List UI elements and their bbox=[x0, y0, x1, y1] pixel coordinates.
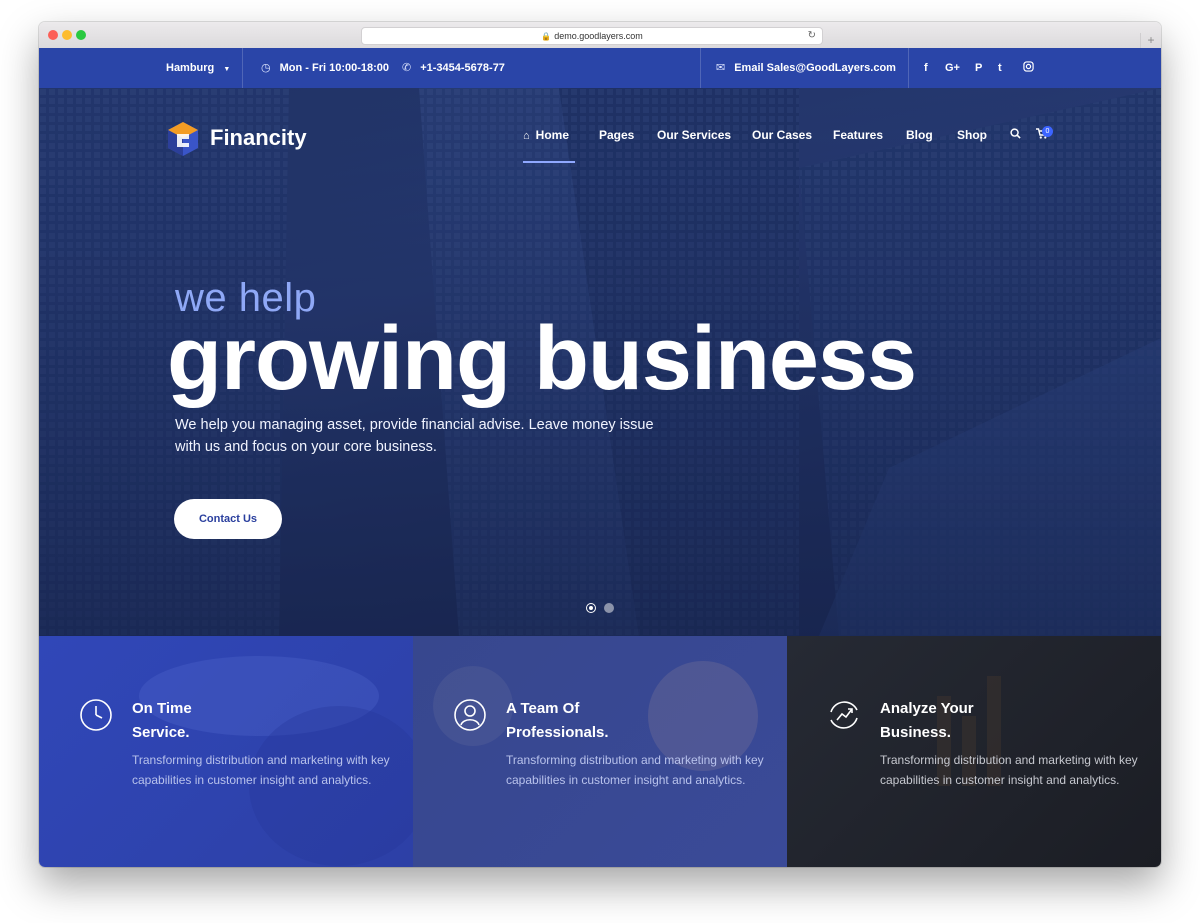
google-plus-icon[interactable]: G+ bbox=[945, 48, 960, 88]
nav-home[interactable]: ⌂ Home bbox=[523, 128, 569, 148]
close-window-button[interactable] bbox=[48, 30, 58, 40]
site-logo[interactable]: Financity bbox=[166, 121, 326, 157]
slider-dot[interactable] bbox=[604, 603, 614, 613]
nav-our-cases[interactable]: Our Cases bbox=[752, 128, 812, 148]
feature-title: A Team Of Professionals. bbox=[506, 700, 609, 741]
url-text: demo.goodlayers.com bbox=[554, 31, 643, 41]
instagram-icon[interactable] bbox=[1023, 48, 1034, 88]
chevron-down-icon: ▼ bbox=[223, 66, 231, 73]
pinterest-icon[interactable]: P bbox=[975, 48, 982, 88]
phone-text: +1-3454-5678-77 bbox=[420, 62, 505, 74]
new-tab-button[interactable]: + bbox=[1140, 33, 1161, 48]
hero-slider: Financity ⌂ Home Pages Our Services Our C… bbox=[39, 88, 1161, 636]
nav-shop[interactable]: Shop bbox=[957, 128, 987, 148]
logo-mark-icon bbox=[168, 122, 198, 156]
clock-icon bbox=[80, 699, 112, 731]
feature-text: Transforming distribution and marketing … bbox=[132, 753, 390, 787]
nav-features[interactable]: Features bbox=[833, 128, 883, 148]
hours-info: ◷ Mon - Fri 10:00-18:00 bbox=[261, 48, 389, 88]
feature-text: Transforming distribution and marketing … bbox=[880, 753, 1138, 787]
active-nav-indicator bbox=[523, 161, 575, 163]
logo-text: Financity bbox=[210, 125, 307, 150]
phone-icon: ✆ bbox=[402, 62, 412, 74]
user-icon bbox=[454, 699, 486, 731]
envelope-icon: ✉ bbox=[716, 62, 726, 74]
phone-info: ✆ +1-3454-5678-77 bbox=[402, 48, 505, 88]
facebook-icon[interactable]: f bbox=[924, 48, 928, 88]
feature-text: Transforming distribution and marketing … bbox=[506, 753, 764, 787]
feature-title: Analyze Your Business. bbox=[880, 700, 974, 741]
feature-on-time-service: On Time Service. Transforming distributi… bbox=[39, 636, 413, 867]
search-icon[interactable] bbox=[1010, 128, 1021, 148]
minimize-window-button[interactable] bbox=[62, 30, 72, 40]
location-selector[interactable]: Hamburg ▼ bbox=[166, 48, 230, 88]
email-link[interactable]: ✉ Email Sales@GoodLayers.com bbox=[716, 48, 896, 88]
home-icon: ⌂ bbox=[523, 130, 530, 142]
nav-blog[interactable]: Blog bbox=[906, 128, 933, 148]
location-label: Hamburg bbox=[166, 62, 215, 74]
email-text: Email Sales@GoodLayers.com bbox=[734, 62, 896, 74]
maximize-window-button[interactable] bbox=[76, 30, 86, 40]
hero-description: We help you managing asset, provide fina… bbox=[175, 417, 654, 455]
contact-us-button[interactable]: Contact Us bbox=[174, 499, 282, 539]
nav-our-services[interactable]: Our Services bbox=[657, 128, 731, 148]
feature-analyze-business: Analyze Your Business. Transforming dist… bbox=[787, 636, 1161, 867]
browser-chrome: 🔒 demo.goodlayers.com ↻ + bbox=[39, 22, 1161, 49]
lock-icon: 🔒 bbox=[541, 32, 552, 41]
reload-icon[interactable]: ↻ bbox=[808, 28, 816, 44]
feature-title: On Time Service. bbox=[132, 700, 192, 741]
hero-tagline-big: growing business bbox=[167, 309, 917, 409]
nav-pages[interactable]: Pages bbox=[599, 128, 634, 148]
twitter-icon[interactable]: t bbox=[998, 48, 1002, 88]
hours-text: Mon - Fri 10:00-18:00 bbox=[279, 62, 390, 74]
top-info-bar: Hamburg ▼ ◷ Mon - Fri 10:00-18:00 ✆ +1-345… bbox=[39, 48, 1161, 88]
slider-dot-active[interactable] bbox=[586, 603, 596, 613]
browser-window: 🔒 demo.goodlayers.com ↻ + Hamburg ▼ ◷ Mon … bbox=[39, 22, 1161, 867]
feature-team-of-professionals: A Team Of Professionals. Transforming di… bbox=[413, 636, 787, 867]
address-bar[interactable]: 🔒 demo.goodlayers.com ↻ bbox=[361, 27, 823, 45]
clock-icon: ◷ bbox=[261, 62, 271, 74]
cart-count-badge: 0 bbox=[1042, 126, 1053, 137]
growth-chart-icon bbox=[830, 701, 858, 729]
